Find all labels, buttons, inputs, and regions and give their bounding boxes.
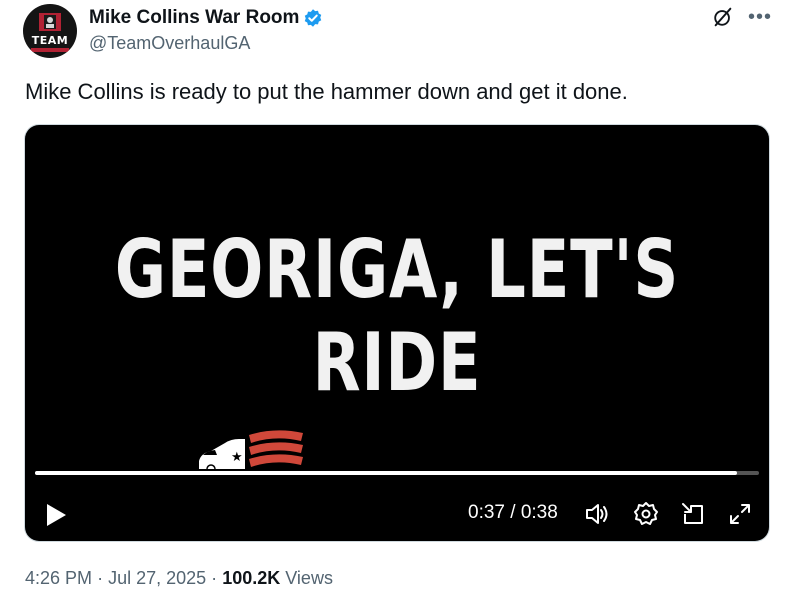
meta-separator: · [97, 568, 104, 588]
current-time: 0:37 [468, 502, 505, 523]
avatar-emblem-icon [39, 13, 61, 31]
video-time: 0:37 / 0:38 [468, 502, 558, 524]
avatar[interactable]: TEAM [23, 4, 77, 58]
grok-icon[interactable] [712, 6, 734, 28]
views-count[interactable]: 100.2K [222, 568, 280, 588]
video-player[interactable]: GEORIGA, LET'S RIDE ★ 0:37 / 0:38 [25, 125, 769, 541]
video-title-text: GEORIGA, LET'S RIDE [114, 223, 680, 409]
svg-text:★: ★ [231, 450, 243, 465]
tweet-text: Mike Collins is ready to put the hammer … [25, 79, 628, 104]
settings-icon[interactable] [633, 501, 659, 527]
pip-icon[interactable] [680, 501, 706, 527]
meta-separator: · [211, 568, 218, 588]
author-handle[interactable]: @TeamOverhaulGA [89, 33, 250, 54]
play-icon[interactable] [43, 501, 69, 529]
author-name-row: Mike Collins War Room [89, 7, 323, 29]
truck-flag-logo: ★ [199, 430, 303, 473]
tweet-date[interactable]: Jul 27, 2025 [108, 568, 206, 588]
views-label: Views [285, 568, 333, 588]
tweet-meta: 4:26 PM · Jul 27, 2025 · 100.2K Views [25, 568, 333, 589]
time-separator: / [510, 502, 516, 523]
tweet-time[interactable]: 4:26 PM [25, 568, 92, 588]
avatar-text: TEAM [31, 34, 69, 47]
avatar-band [31, 48, 69, 52]
duration: 0:38 [520, 502, 558, 523]
fullscreen-icon[interactable] [727, 501, 753, 527]
more-options-icon[interactable]: ••• [748, 7, 772, 27]
verified-badge-icon[interactable] [303, 8, 323, 28]
video-progress-bar[interactable] [35, 471, 759, 475]
display-name[interactable]: Mike Collins War Room [89, 7, 299, 29]
video-progress-fill [35, 471, 738, 475]
volume-icon[interactable] [583, 501, 609, 527]
top-actions: ••• [712, 6, 772, 28]
